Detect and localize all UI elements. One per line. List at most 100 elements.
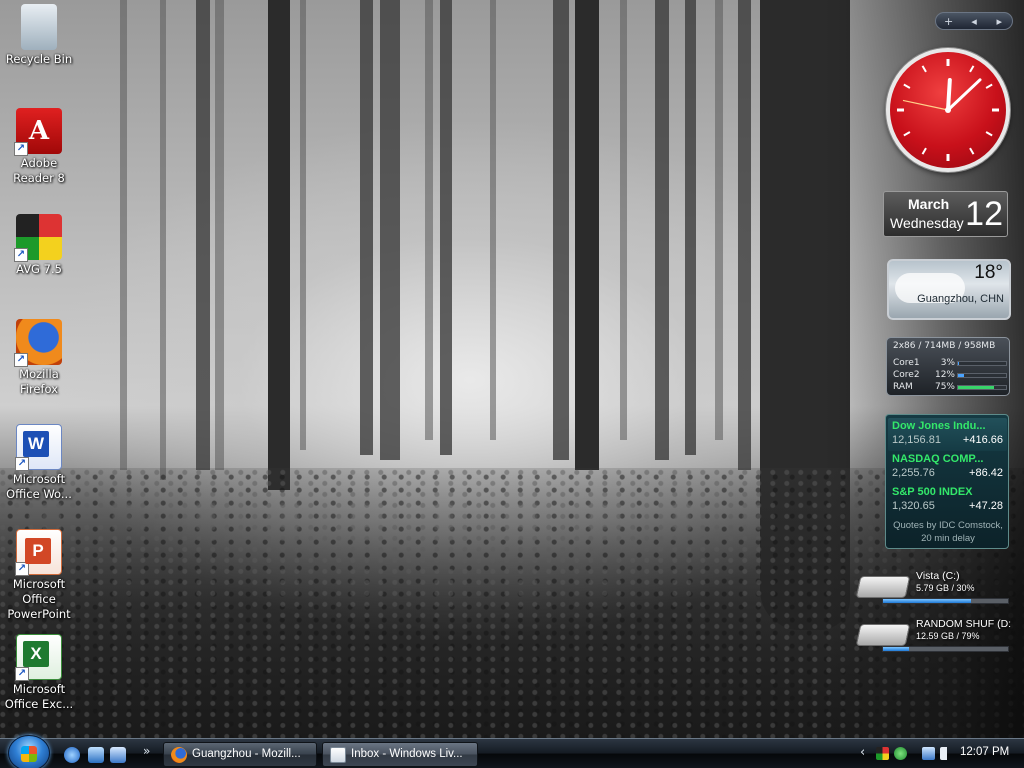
clock-tick [921, 65, 927, 73]
stocks-gadget[interactable]: Dow Jones Indu... 12,156.81 +416.66 NASD… [885, 414, 1009, 549]
cpu-meter-row: Core2 12% [893, 370, 1007, 381]
hard-drive-icon [855, 576, 911, 598]
desktop-icon-powerpoint[interactable]: ↗ Microsoft Office PowerPoint [0, 529, 78, 622]
desktop-icon-label: Microsoft Office Wo... [6, 472, 72, 501]
desktop-icon-word[interactable]: ↗ Microsoft Office Wo... [0, 424, 78, 502]
calendar-day: 12 [965, 195, 1003, 233]
sidebar-controls: + ◂ ▸ [935, 12, 1013, 30]
shortcut-arrow-icon: ↗ [15, 562, 29, 576]
shortcut-arrow-icon: ↗ [15, 457, 29, 471]
quick-launch-more-button[interactable]: » [143, 744, 150, 758]
stock-name: NASDAQ COMP... [892, 453, 984, 465]
desktop-icon-label: Microsoft Office Exc... [4, 682, 74, 711]
clock-second-hand [902, 99, 949, 111]
taskbar-button-firefox[interactable]: Guangzhou - Mozill... [163, 742, 317, 767]
drive-gadget-c[interactable]: Vista (C:) 5.79 GB / 30% [855, 570, 1016, 610]
word-icon: ↗ [15, 424, 62, 471]
clock-tick [903, 131, 911, 137]
weather-gadget[interactable]: 18° Guangzhou, CHN [887, 259, 1011, 320]
clock-tick [921, 147, 927, 155]
show-hidden-icons-button[interactable]: ‹ [860, 745, 865, 760]
stocks-footer: Quotes by IDC Comstock, 20 min delay [893, 520, 1003, 544]
internet-explorer-icon[interactable] [64, 747, 80, 763]
taskbar: » Guangzhou - Mozill... Inbox - Windows … [0, 735, 1024, 768]
weather-city: Guangzhou, CHN [917, 293, 1004, 305]
stock-row[interactable]: NASDAQ COMP... 2,255.76 +86.42 [888, 451, 1007, 484]
clock-face [897, 59, 999, 161]
stock-change: +47.28 [969, 500, 1003, 512]
cpu-meter-fill [958, 374, 964, 377]
hard-drive-icon [855, 624, 911, 646]
desktop-icon-label: Microsoft Office PowerPoint [7, 577, 71, 621]
cpu-meter-header: 2x86 / 714MB / 958MB [893, 341, 996, 351]
drive-size: 12.59 GB / 79% [916, 631, 980, 641]
clock-minute-hand [946, 78, 982, 112]
stock-price: 2,255.76 [892, 467, 935, 479]
calendar-gadget[interactable]: March Wednesday 12 [883, 191, 1008, 237]
avg-icon: ↗ [14, 214, 62, 262]
stock-change: +416.66 [962, 434, 1003, 446]
drive-name: Vista (C:) [916, 570, 960, 582]
desktop-icon-recycle-bin[interactable]: Recycle Bin [0, 4, 78, 67]
cpu-meter-value: 12% [934, 370, 955, 380]
next-page-button[interactable]: ▸ [989, 15, 1009, 28]
desktop-icon-adobe-reader[interactable]: ↗ Adobe Reader 8 [0, 108, 78, 186]
shortcut-arrow-icon: ↗ [14, 248, 28, 262]
powerpoint-icon: ↗ [15, 529, 62, 576]
start-button[interactable] [8, 735, 50, 768]
mail-icon [330, 747, 346, 763]
system-tray: ‹ 12:07 PM [858, 739, 1024, 768]
drive-size: 5.79 GB / 30% [916, 583, 975, 593]
cpu-meter-label: RAM [893, 382, 913, 392]
avg-tray-icon[interactable] [876, 747, 889, 760]
weather-temperature: 18° [974, 262, 1003, 283]
cpu-meter-row: RAM 75% [893, 382, 1007, 393]
drive-gadget-d[interactable]: RANDOM SHUF (D: 12.59 GB / 79% [855, 618, 1016, 658]
cpu-meter-bar [957, 373, 1007, 378]
messenger-tray-icon[interactable] [894, 747, 907, 760]
stock-name: S&P 500 INDEX [892, 486, 973, 498]
drive-name: RANDOM SHUF (D: [916, 618, 1012, 630]
firefox-icon [171, 747, 187, 763]
excel-icon: ↗ [15, 634, 62, 681]
cpu-meter-fill [958, 362, 960, 365]
desktop-icon-label: Mozilla Firefox [19, 367, 59, 396]
cpu-meter-label: Core2 [893, 370, 920, 380]
previous-page-button[interactable]: ◂ [964, 15, 984, 28]
drive-usage-bar [882, 598, 1009, 604]
network-icon[interactable] [922, 747, 935, 760]
stock-price: 1,320.65 [892, 500, 935, 512]
cpu-meter-bar [957, 385, 1007, 390]
clock-tick [969, 65, 975, 73]
drive-usage-fill [883, 647, 910, 651]
add-gadget-button[interactable]: + [939, 15, 959, 28]
firefox-icon: ↗ [14, 319, 62, 367]
clock-gadget[interactable] [886, 48, 1010, 172]
stock-row[interactable]: S&P 500 INDEX 1,320.65 +47.28 [888, 484, 1007, 517]
desktop-icon-avg[interactable]: ↗ AVG 7.5 [0, 214, 78, 277]
volume-icon[interactable] [940, 747, 953, 760]
desktop-icon-excel[interactable]: ↗ Microsoft Office Exc... [0, 634, 78, 712]
taskbar-button-label: Guangzhou - Mozill... [192, 748, 301, 760]
cpu-meter-bar [957, 361, 1007, 366]
desktop-icon-label: Recycle Bin [5, 52, 73, 66]
desktop-icon-firefox[interactable]: ↗ Mozilla Firefox [0, 319, 78, 397]
clock-tick [903, 83, 911, 89]
shortcut-arrow-icon: ↗ [15, 667, 29, 681]
clock-tick [985, 131, 993, 137]
taskbar-button-label: Inbox - Windows Liv... [351, 748, 463, 760]
clock-tick [985, 83, 993, 89]
calendar-month: March [908, 196, 950, 212]
taskbar-button-inbox[interactable]: Inbox - Windows Liv... [322, 742, 478, 767]
clock-tick [969, 147, 975, 155]
stock-change: +86.42 [969, 467, 1003, 479]
cpu-meter-value: 75% [934, 382, 955, 392]
show-desktop-icon[interactable] [88, 747, 104, 763]
switch-windows-icon[interactable] [110, 747, 126, 763]
stock-price: 12,156.81 [892, 434, 941, 446]
shortcut-arrow-icon: ↗ [14, 142, 28, 156]
cpu-meter-value: 3% [940, 358, 955, 368]
stock-row[interactable]: Dow Jones Indu... 12,156.81 +416.66 [888, 418, 1007, 451]
cpu-meter-gadget[interactable]: 2x86 / 714MB / 958MB Core1 3% Core2 12% … [886, 337, 1010, 396]
taskbar-clock[interactable]: 12:07 PM [960, 746, 1009, 758]
